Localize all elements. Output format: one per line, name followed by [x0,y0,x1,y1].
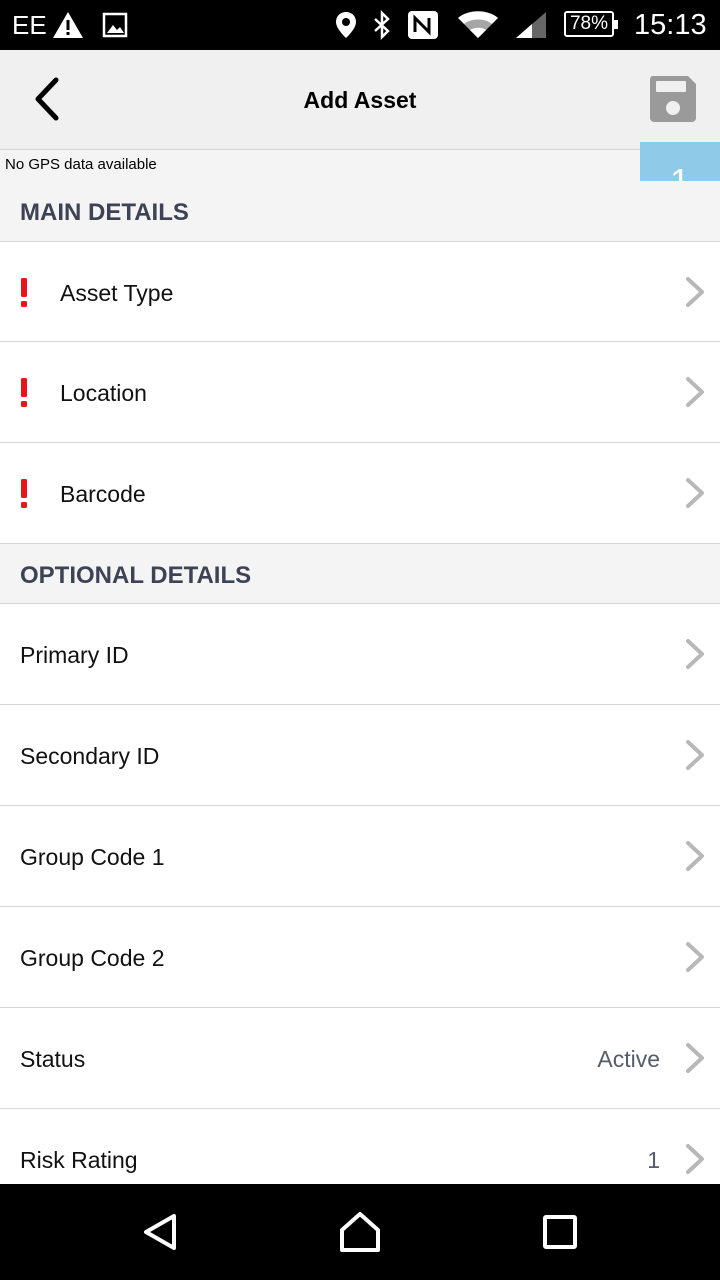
location-icon [336,12,356,38]
status-bar: EE 78% 15:13 [0,0,720,50]
group-code-2-label: Group Code 2 [20,945,165,971]
page-title: Add Asset [303,87,417,113]
carrier-name: EE [12,10,47,40]
location-label: Location [60,380,147,406]
chevron-right-icon [686,1144,704,1174]
group-code-2-row[interactable]: Group Code 2 [0,906,720,1007]
chevron-right-icon [686,942,704,972]
chevron-right-icon [686,277,704,307]
asset-type-label: Asset Type [60,280,174,306]
location-row[interactable]: Location [0,341,720,442]
chevron-right-icon [686,639,704,669]
nfc-icon [408,11,438,39]
back-triangle-icon[interactable] [136,1208,184,1256]
main-details-header: MAIN DETAILS [0,181,720,241]
warning-icon [53,12,83,38]
chevron-right-icon [686,1043,704,1073]
app-header: Add Asset [0,50,720,150]
secondary-id-row[interactable]: Secondary ID [0,704,720,805]
chevron-right-icon [686,841,704,871]
save-button[interactable] [646,72,700,126]
optional-details-header: OPTIONAL DETAILS [0,543,720,604]
gps-status-text: No GPS data available [5,156,157,173]
home-icon[interactable] [336,1208,384,1256]
chevron-right-icon [686,478,704,508]
image-icon [102,12,128,38]
risk-rating-value: 1 [647,1147,660,1173]
secondary-id-label: Secondary ID [20,743,160,769]
status-label: Status [20,1046,86,1072]
main-details-title: MAIN DETAILS [20,199,189,226]
signal-icon [516,12,546,38]
chevron-right-icon [686,377,704,407]
asset-type-row[interactable]: Asset Type [0,241,720,342]
required-icon [21,378,27,407]
risk-rating-label: Risk Rating [20,1147,138,1173]
clock: 15:13 [634,9,707,41]
primary-id-row[interactable]: Primary ID [0,603,720,704]
battery-icon: 78% [564,11,618,37]
recents-icon[interactable] [536,1208,584,1256]
status-value: Active [597,1046,660,1072]
barcode-label: Barcode [60,481,146,507]
navigation-bar [0,1184,720,1280]
save-icon [650,76,696,122]
barcode-row[interactable]: Barcode [0,442,720,543]
battery-level: 78% [569,13,609,34]
group-code-1-row[interactable]: Group Code 1 [0,805,720,906]
chevron-right-icon [686,740,704,770]
wifi-icon [458,11,498,38]
group-code-1-label: Group Code 1 [20,844,165,870]
primary-id-label: Primary ID [20,642,129,668]
required-icon [21,479,27,508]
bluetooth-icon [374,10,390,40]
required-icon [21,278,27,307]
status-row[interactable]: Status Active [0,1007,720,1108]
optional-details-title: OPTIONAL DETAILS [20,562,252,589]
